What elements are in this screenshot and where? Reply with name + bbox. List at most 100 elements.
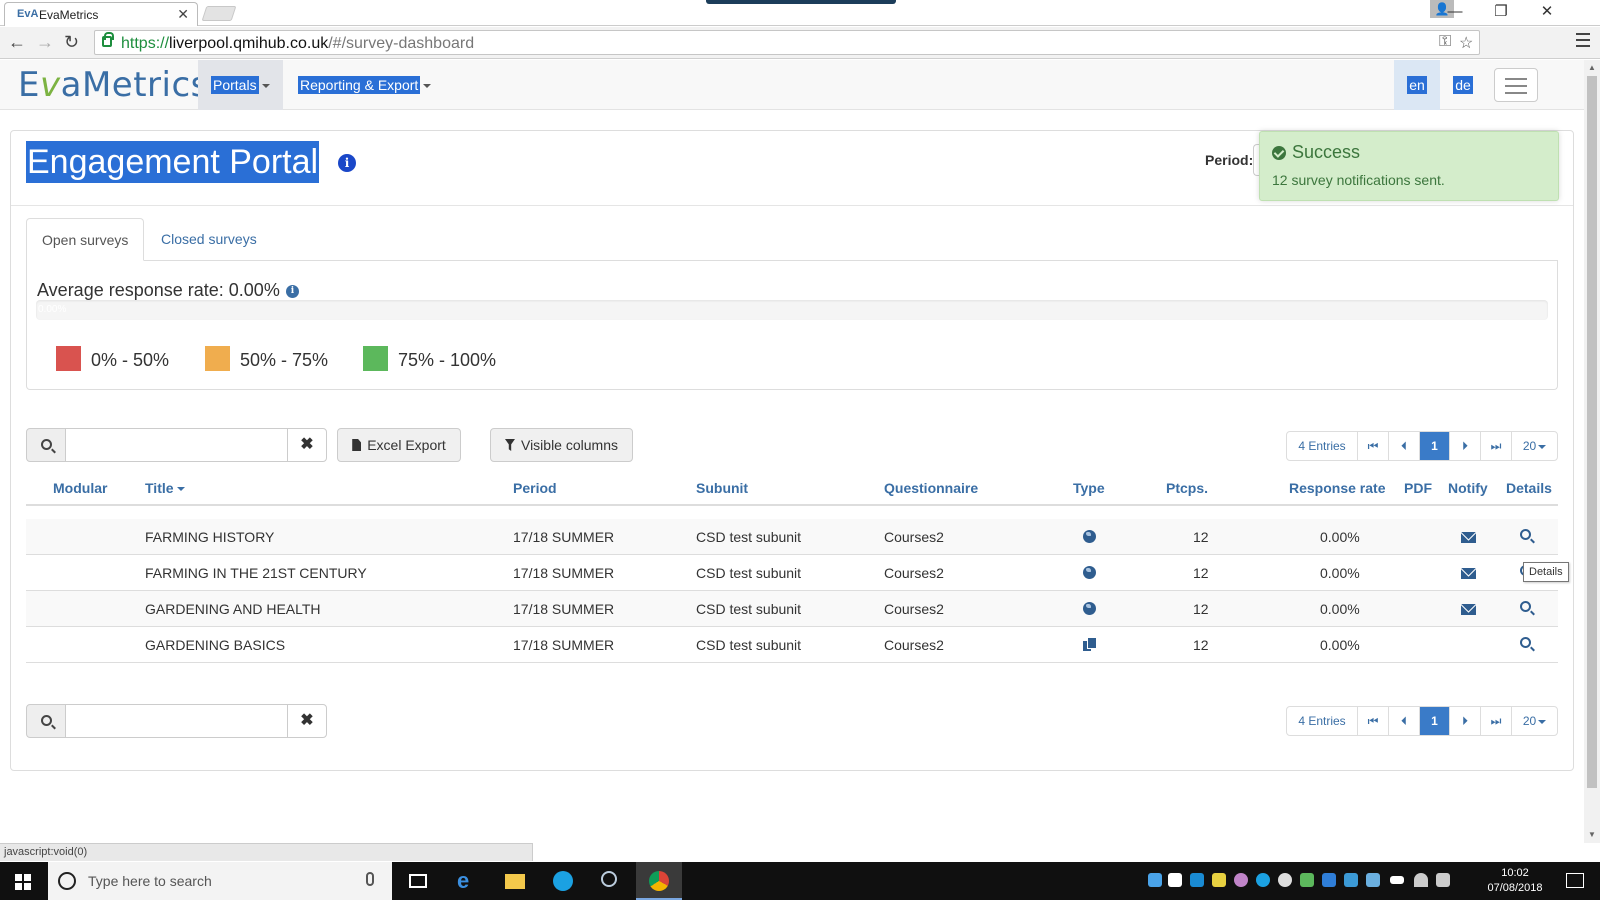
windows-taskbar: Type here to search e 10:02 07/08/2018: [0, 862, 1600, 900]
magnifier-details-icon[interactable]: [1520, 529, 1531, 540]
next-page-icon[interactable]: ⏵: [1450, 432, 1481, 460]
row-period: 17/18 SUMMER: [513, 601, 615, 617]
magnifier-details-icon[interactable]: [1520, 601, 1531, 612]
chrome-icon[interactable]: [636, 862, 682, 900]
clear-search-button[interactable]: ✖: [287, 428, 327, 462]
task-view-icon[interactable]: [396, 862, 442, 900]
edge-icon[interactable]: e: [444, 862, 490, 900]
col-title[interactable]: Title: [145, 480, 185, 496]
bookmark-star-icon[interactable]: ☆: [1459, 33, 1473, 53]
language-en[interactable]: en: [1394, 60, 1440, 110]
wifi-icon[interactable]: [1414, 873, 1428, 887]
back-arrow-icon[interactable]: ←: [8, 33, 26, 51]
browser-tab[interactable]: EvA EvaMetrics ✕: [4, 2, 198, 26]
envelope-icon[interactable]: [1461, 532, 1476, 543]
close-tab-icon[interactable]: ✕: [177, 6, 189, 23]
col-period[interactable]: Period: [513, 480, 557, 496]
evametrics-logo[interactable]: EvaMetrics: [18, 65, 209, 105]
restore-icon[interactable]: ❐: [1478, 0, 1524, 26]
col-questionnaire[interactable]: Questionnaire: [884, 480, 978, 496]
info-icon[interactable]: i: [286, 285, 299, 298]
windows-start-icon[interactable]: [15, 874, 31, 890]
reload-icon[interactable]: ↻: [64, 33, 79, 51]
reporting-export-menu[interactable]: Reporting & Export: [298, 60, 432, 110]
chevron-down-icon: [1538, 719, 1547, 724]
sort-caret-icon: [176, 487, 185, 492]
page-size-select[interactable]: 20: [1512, 707, 1557, 735]
camera-icon[interactable]: [1168, 873, 1182, 887]
info-icon[interactable]: i: [338, 154, 356, 172]
magnifier-details-icon[interactable]: [1520, 637, 1531, 648]
clear-search-button[interactable]: ✖: [287, 704, 327, 738]
col-notify: Notify: [1448, 480, 1488, 496]
prev-page-icon[interactable]: ⏴: [1389, 707, 1420, 735]
search-input[interactable]: [65, 704, 288, 738]
tray-app-icon[interactable]: [1234, 873, 1248, 887]
browser-toolbar: ← → ↻ https://liverpool.qmihub.co.uk/#/s…: [0, 27, 1600, 59]
page-1-button[interactable]: 1: [1420, 707, 1450, 735]
col-ptcps[interactable]: Ptcps.: [1166, 480, 1208, 496]
tray-app-icon[interactable]: [1278, 873, 1292, 887]
scrollbar-thumb[interactable]: [1587, 76, 1597, 788]
row-ptcps: 12: [1193, 565, 1209, 581]
last-page-icon[interactable]: ⏭: [1481, 707, 1512, 735]
visible-columns-button[interactable]: Visible columns: [490, 428, 633, 462]
last-page-icon[interactable]: ⏭: [1481, 432, 1512, 460]
taskbar-search[interactable]: Type here to search: [48, 862, 392, 900]
toast-title: Success: [1292, 142, 1361, 162]
microphone-icon[interactable]: [366, 872, 374, 886]
envelope-icon[interactable]: [1461, 568, 1476, 579]
skype-tray-icon[interactable]: [1256, 873, 1270, 887]
page-scrollbar[interactable]: ▲ ▼: [1584, 60, 1600, 843]
close-window-icon[interactable]: ✕: [1524, 0, 1570, 26]
success-toast[interactable]: Success 12 survey notifications sent.: [1259, 131, 1559, 201]
table-search-bottom: ✖: [26, 704, 327, 738]
minimize-icon[interactable]: —: [1432, 0, 1478, 26]
col-type[interactable]: Type: [1073, 480, 1105, 496]
key-icon[interactable]: ⚿: [1439, 33, 1451, 51]
table-row: FARMING HISTORY 17/18 SUMMER CSD test su…: [26, 519, 1558, 555]
language-de[interactable]: de: [1440, 60, 1486, 110]
action-center-icon[interactable]: [1566, 873, 1584, 888]
prev-page-icon[interactable]: ⏴: [1389, 432, 1420, 460]
period-label: Period:: [1205, 152, 1254, 168]
onedrive-icon[interactable]: [1148, 873, 1162, 887]
battery-icon[interactable]: [1390, 876, 1404, 884]
new-tab-button[interactable]: [201, 6, 237, 21]
window-drag-handle: [706, 0, 896, 4]
browser-menu-icon[interactable]: [1576, 33, 1590, 51]
tray-app-icon[interactable]: [1212, 873, 1226, 887]
forward-arrow-icon[interactable]: →: [36, 33, 54, 51]
tab-open-surveys[interactable]: Open surveys: [26, 218, 145, 261]
col-response-rate[interactable]: Response rate: [1289, 480, 1385, 496]
file-explorer-icon[interactable]: [492, 862, 538, 900]
next-page-icon[interactable]: ⏵: [1450, 707, 1481, 735]
check-circle-icon: [1272, 146, 1286, 160]
skype-icon[interactable]: [540, 862, 586, 900]
hamburger-menu-icon[interactable]: [1494, 68, 1538, 102]
search-input[interactable]: [65, 428, 288, 462]
page-1-button[interactable]: 1: [1420, 432, 1450, 460]
first-page-icon[interactable]: ⏮: [1358, 707, 1389, 735]
tray-app-icon[interactable]: [1344, 873, 1358, 887]
chevron-down-icon: [423, 84, 432, 89]
app-icon[interactable]: [588, 862, 634, 900]
col-modular[interactable]: Modular: [53, 480, 107, 496]
page-size-select[interactable]: 20: [1512, 432, 1557, 460]
row-response-rate: 0.00%: [1320, 601, 1360, 617]
row-ptcps: 12: [1193, 601, 1209, 617]
col-subunit[interactable]: Subunit: [696, 480, 748, 496]
excel-export-button[interactable]: Excel Export: [337, 428, 461, 462]
first-page-icon[interactable]: ⏮: [1358, 432, 1389, 460]
envelope-icon[interactable]: [1461, 604, 1476, 615]
tray-app-icon[interactable]: [1190, 873, 1204, 887]
tray-app-icon[interactable]: [1366, 873, 1380, 887]
tray-app-icon[interactable]: [1300, 873, 1314, 887]
portals-menu[interactable]: Portals: [211, 60, 270, 110]
volume-icon[interactable]: [1436, 873, 1450, 887]
security-icon[interactable]: [1322, 873, 1336, 887]
chevron-down-icon: [261, 84, 270, 89]
taskbar-clock[interactable]: 10:02 07/08/2018: [1480, 866, 1550, 896]
address-bar[interactable]: https://liverpool.qmihub.co.uk/#/survey-…: [94, 30, 1480, 55]
tab-closed-surveys[interactable]: Closed surveys: [146, 218, 272, 261]
